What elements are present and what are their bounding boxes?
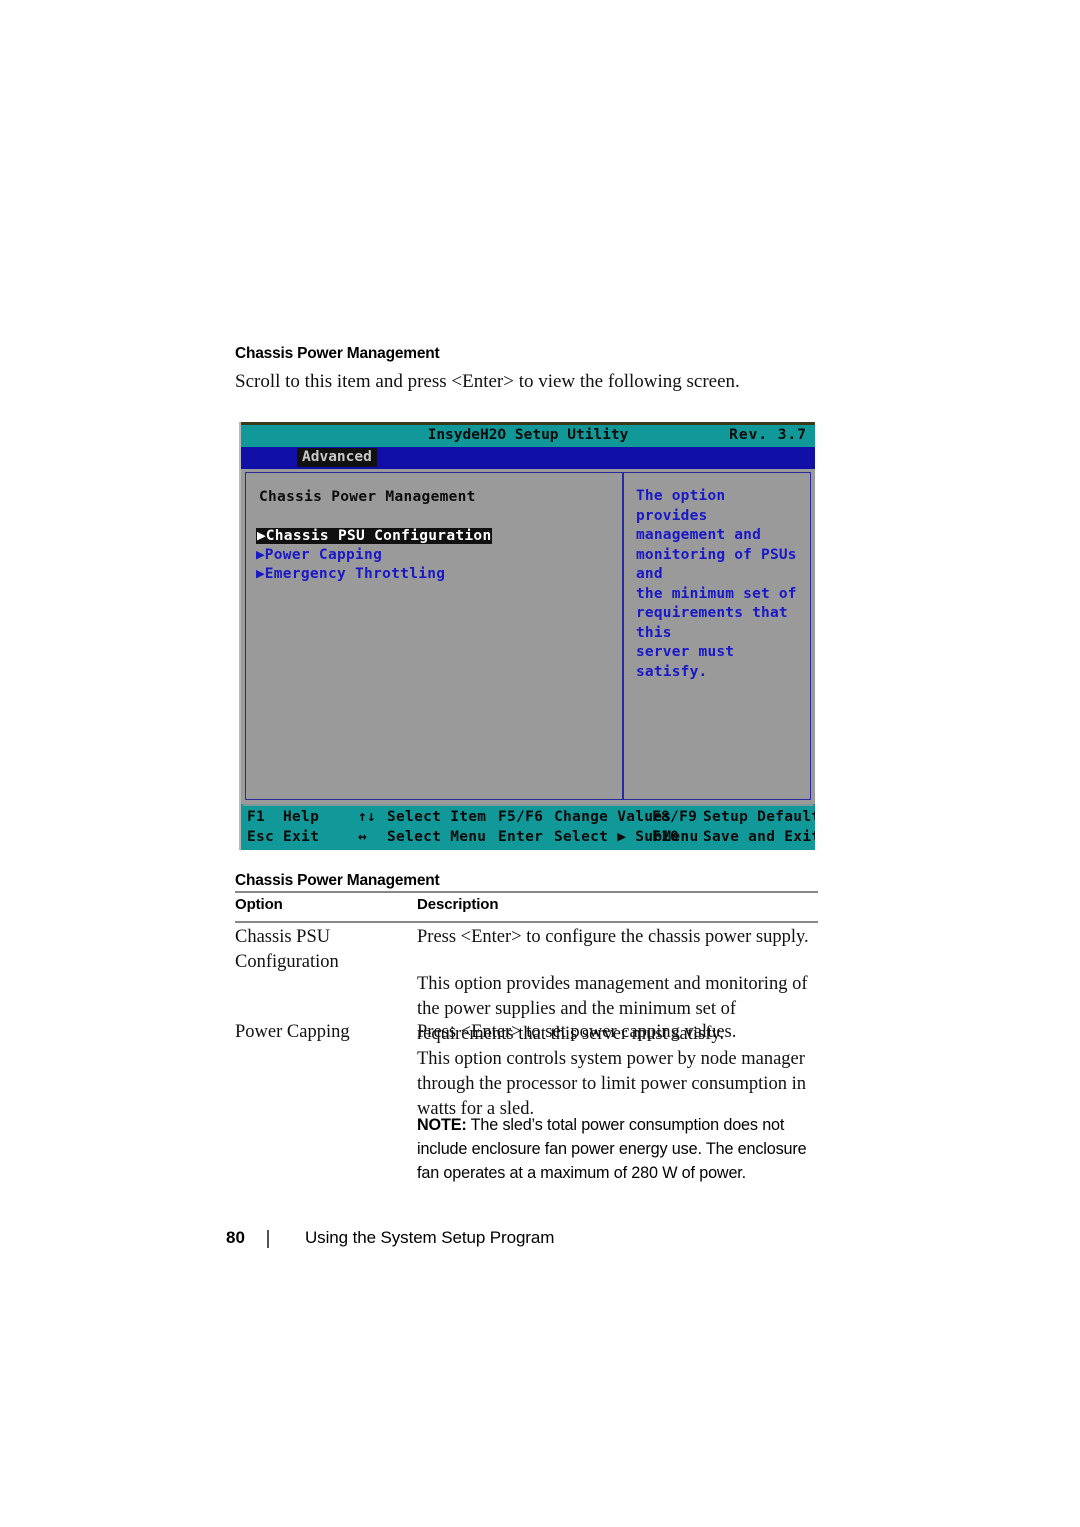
submenu-arrow-icon: ▶: [256, 547, 265, 563]
bios-revision: Rev. 3.7: [729, 427, 807, 443]
bios-title-bar: InsydeH2O Setup Utility Rev. 3.7: [241, 425, 815, 447]
table-rule-top: [235, 891, 818, 893]
intro-paragraph: Scroll to this item and press <Enter> to…: [235, 371, 740, 392]
key-f10: F10: [652, 829, 680, 845]
table-heading: Chassis Power Management: [235, 872, 440, 889]
page-number: 80: [226, 1228, 245, 1247]
table-row: Power Capping: [235, 1022, 350, 1042]
key-updown-icon: ↑↓: [358, 809, 377, 825]
bios-help-pane: The option provides management and monit…: [626, 473, 810, 799]
table-rule-header: [235, 921, 818, 923]
key-esc-action: Exit: [283, 829, 320, 845]
key-f8f9: F8/F9: [652, 809, 698, 825]
bios-item-emergency-throttling[interactable]: ▶Emergency Throttling: [256, 565, 616, 584]
key-f1: F1: [247, 809, 266, 825]
bios-panel-title: Chassis Power Management: [259, 489, 476, 505]
footer-divider: [267, 1230, 269, 1248]
key-f5f6: F5/F6: [498, 809, 544, 825]
bios-content-panel: Chassis Power Management ▶Chassis PSU Co…: [245, 472, 811, 800]
table-cell-description: Press <Enter> to configure the chassis p…: [417, 927, 809, 947]
key-enter: Enter: [498, 829, 544, 845]
bios-item-chassis-psu-configuration[interactable]: ▶Chassis PSU Configuration: [256, 527, 616, 546]
note-label: NOTE:: [417, 1116, 467, 1134]
column-header-description: Description: [417, 896, 499, 913]
submenu-arrow-icon: ▶: [256, 566, 265, 582]
table-cell-description: This option controls system power by nod…: [417, 1049, 806, 1119]
page-section-heading: Chassis Power Management: [235, 345, 440, 362]
bios-help-text: The option provides management and monit…: [636, 488, 797, 680]
key-leftright-action: Select Menu: [387, 829, 487, 845]
key-leftright-icon: ↔: [358, 829, 368, 845]
bios-item-label: Power Capping: [264, 547, 383, 563]
document-page: Chassis Power Management Scroll to this …: [0, 0, 1080, 1527]
key-f10-action: Save and Exit: [703, 829, 815, 845]
table-row: Chassis PSU Configuration: [235, 927, 339, 972]
bios-item-label: Emergency Throttling: [264, 566, 446, 582]
note-block: NOTE: The sled’s total power consumption…: [417, 1113, 825, 1185]
bios-menu-bar[interactable]: Advanced: [241, 447, 815, 469]
note-text: The sled’s total power consumption does …: [417, 1116, 807, 1182]
key-f1-action: Help: [283, 809, 320, 825]
bios-menu-list: ▶Chassis PSU Configuration ▶Power Cappin…: [256, 527, 616, 584]
bios-item-label: Chassis PSU Configuration: [265, 528, 492, 544]
menu-tab-advanced[interactable]: Advanced: [297, 448, 377, 467]
submenu-arrow-icon: ▶: [257, 528, 266, 544]
key-legend-row-1: F1 Help ↑↓ Select Item F5/F6 Change Valu…: [241, 807, 815, 828]
column-header-option: Option: [235, 896, 283, 913]
key-legend-row-2: Esc Exit ↔ Select Menu Enter Select ▶ Su…: [241, 827, 815, 848]
key-updown-action: Select Item: [387, 809, 487, 825]
bios-options-pane: Chassis Power Management ▶Chassis PSU Co…: [246, 473, 622, 799]
table-cell-description: Press <Enter> to set power capping value…: [417, 1022, 737, 1042]
panel-divider: [622, 473, 624, 799]
running-head: Using the System Setup Program: [305, 1228, 555, 1247]
bios-key-legend: F1 Help ↑↓ Select Item F5/F6 Change Valu…: [241, 804, 815, 850]
legend-separator: [243, 804, 813, 806]
bios-setup-screenshot: InsydeH2O Setup Utility Rev. 3.7 Advance…: [239, 422, 815, 850]
key-esc: Esc: [247, 829, 275, 845]
bios-item-power-capping[interactable]: ▶Power Capping: [256, 546, 616, 565]
key-f8f9-action: Setup Defaults: [703, 809, 815, 825]
